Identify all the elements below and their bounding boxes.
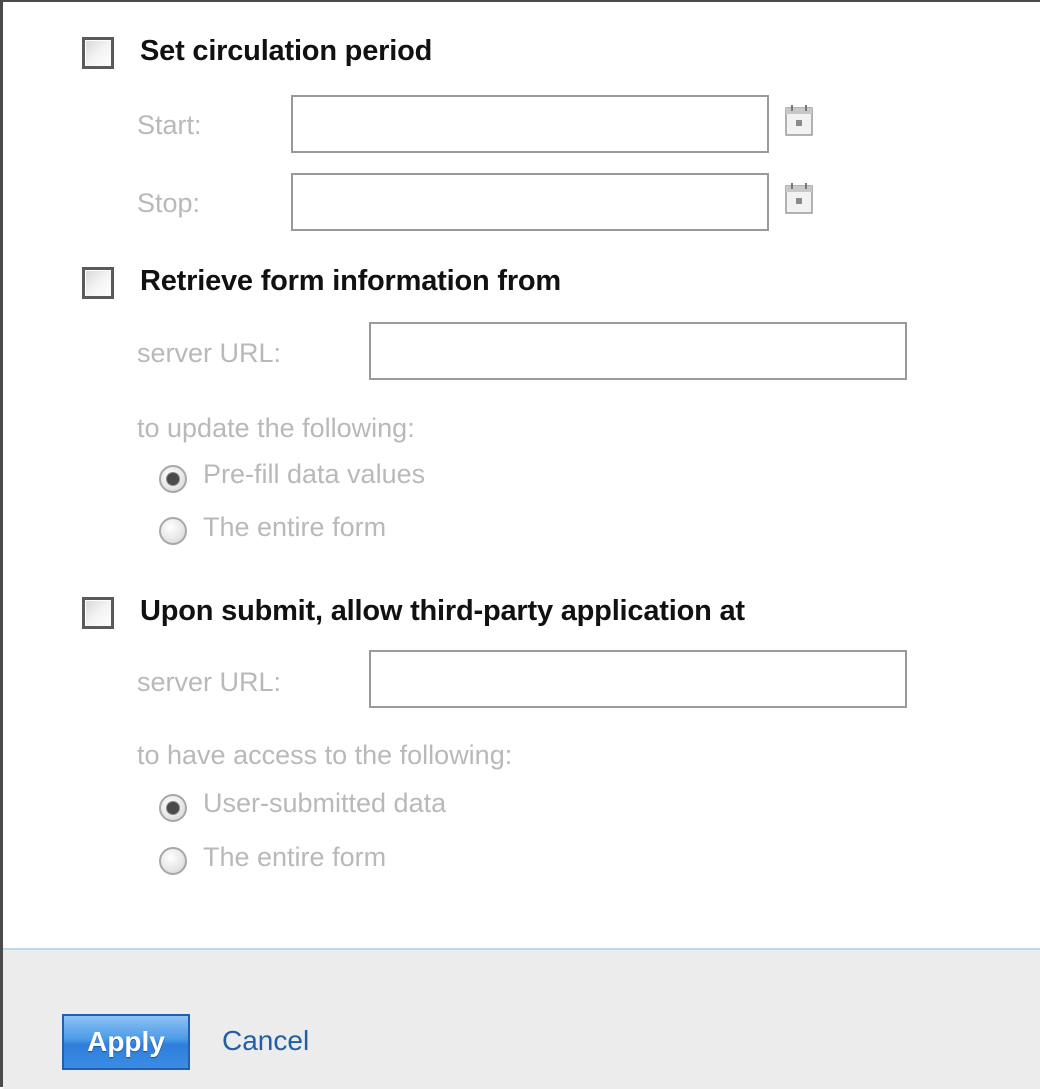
submit-entire-form-radio[interactable] <box>159 847 187 875</box>
set-circulation-period-label: Set circulation period <box>140 35 433 67</box>
update-following-subheading: to update the following: <box>137 413 415 443</box>
cancel-link[interactable]: Cancel <box>222 1025 309 1057</box>
user-submitted-data-radio[interactable] <box>159 794 187 822</box>
retrieve-entire-form-radio[interactable] <box>159 517 187 545</box>
set-circulation-period-checkbox[interactable] <box>82 37 114 69</box>
access-following-subheading: to have access to the following: <box>137 740 513 770</box>
submit-server-url-label: server URL: <box>137 667 282 697</box>
retrieve-server-url-label: server URL: <box>137 338 282 368</box>
user-submitted-data-label: User-submitted data <box>203 788 447 818</box>
retrieve-form-info-checkbox[interactable] <box>82 267 114 299</box>
stop-label: Stop: <box>137 188 201 218</box>
start-label: Start: <box>137 110 202 140</box>
settings-panel: Set circulation period Start: Stop: Retr… <box>3 2 1040 948</box>
start-date-input[interactable] <box>291 95 769 153</box>
allow-third-party-checkbox[interactable] <box>82 597 114 629</box>
retrieve-entire-form-label: The entire form <box>203 512 387 542</box>
retrieve-server-url-input[interactable] <box>369 322 907 380</box>
submit-server-url-input[interactable] <box>369 650 907 708</box>
submit-entire-form-label: The entire form <box>203 842 387 872</box>
allow-third-party-label: Upon submit, allow third-party applicati… <box>140 595 745 627</box>
calendar-icon[interactable] <box>785 104 813 136</box>
prefill-data-values-label: Pre-fill data values <box>203 459 426 489</box>
retrieve-form-info-label: Retrieve form information from <box>140 265 561 297</box>
calendar-icon[interactable] <box>785 182 813 214</box>
apply-button[interactable]: Apply <box>62 1014 190 1070</box>
prefill-data-values-radio[interactable] <box>159 465 187 493</box>
stop-date-input[interactable] <box>291 173 769 231</box>
dialog-frame: Set circulation period Start: Stop: Retr… <box>0 0 1040 1089</box>
